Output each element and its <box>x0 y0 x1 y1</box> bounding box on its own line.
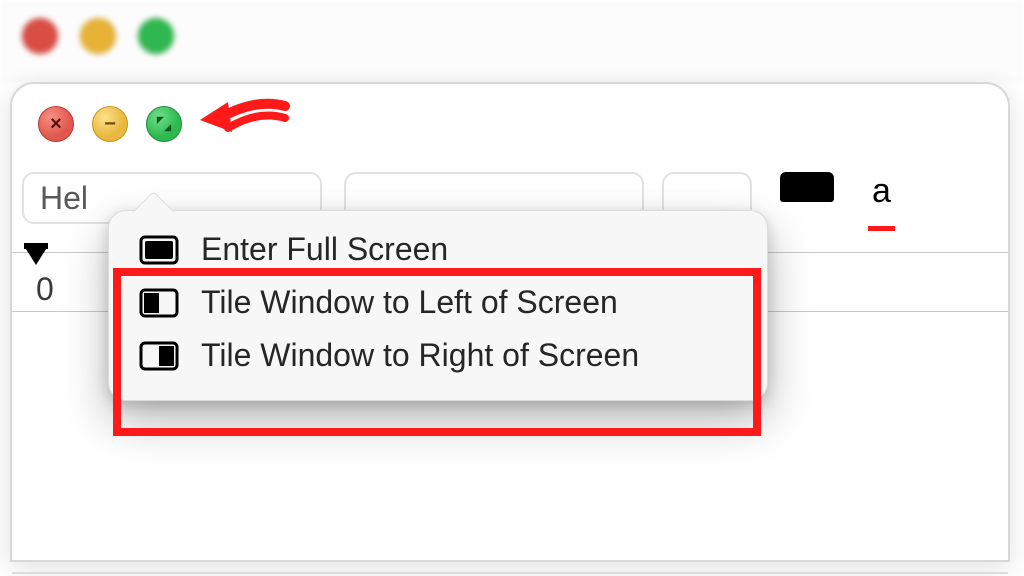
menu-item-enter-full-screen[interactable]: Enter Full Screen <box>109 223 767 276</box>
close-button[interactable]: × <box>38 106 74 142</box>
minimize-icon: − <box>104 114 116 134</box>
menu-item-label: Tile Window to Left of Screen <box>201 284 618 321</box>
tile-right-icon <box>139 341 179 371</box>
tile-left-icon <box>139 288 179 318</box>
indent-marker-icon[interactable] <box>26 249 46 265</box>
menu-item-label: Enter Full Screen <box>201 231 448 268</box>
text-color-swatch[interactable] <box>780 172 834 202</box>
window-controls: × − <box>38 106 182 142</box>
zoom-button[interactable] <box>146 106 182 142</box>
minimize-icon-bg <box>80 18 116 54</box>
background-window <box>0 0 1024 80</box>
highlight-color-button[interactable]: a <box>872 172 891 228</box>
font-family-value: Hel <box>40 180 88 217</box>
close-icon: × <box>50 114 62 134</box>
ruler-tick-label: 0 <box>36 271 54 308</box>
fullscreen-icon <box>155 115 173 133</box>
minimize-button[interactable]: − <box>92 106 128 142</box>
close-icon-bg <box>22 18 58 54</box>
zoom-icon-bg <box>138 18 174 54</box>
zoom-button-menu: Enter Full Screen Tile Window to Left of… <box>108 210 768 401</box>
menu-item-tile-left[interactable]: Tile Window to Left of Screen <box>109 276 767 329</box>
menu-item-tile-right[interactable]: Tile Window to Right of Screen <box>109 329 767 382</box>
fullscreen-rect-icon <box>139 235 179 265</box>
menu-item-label: Tile Window to Right of Screen <box>201 337 639 374</box>
divider <box>12 572 1008 574</box>
